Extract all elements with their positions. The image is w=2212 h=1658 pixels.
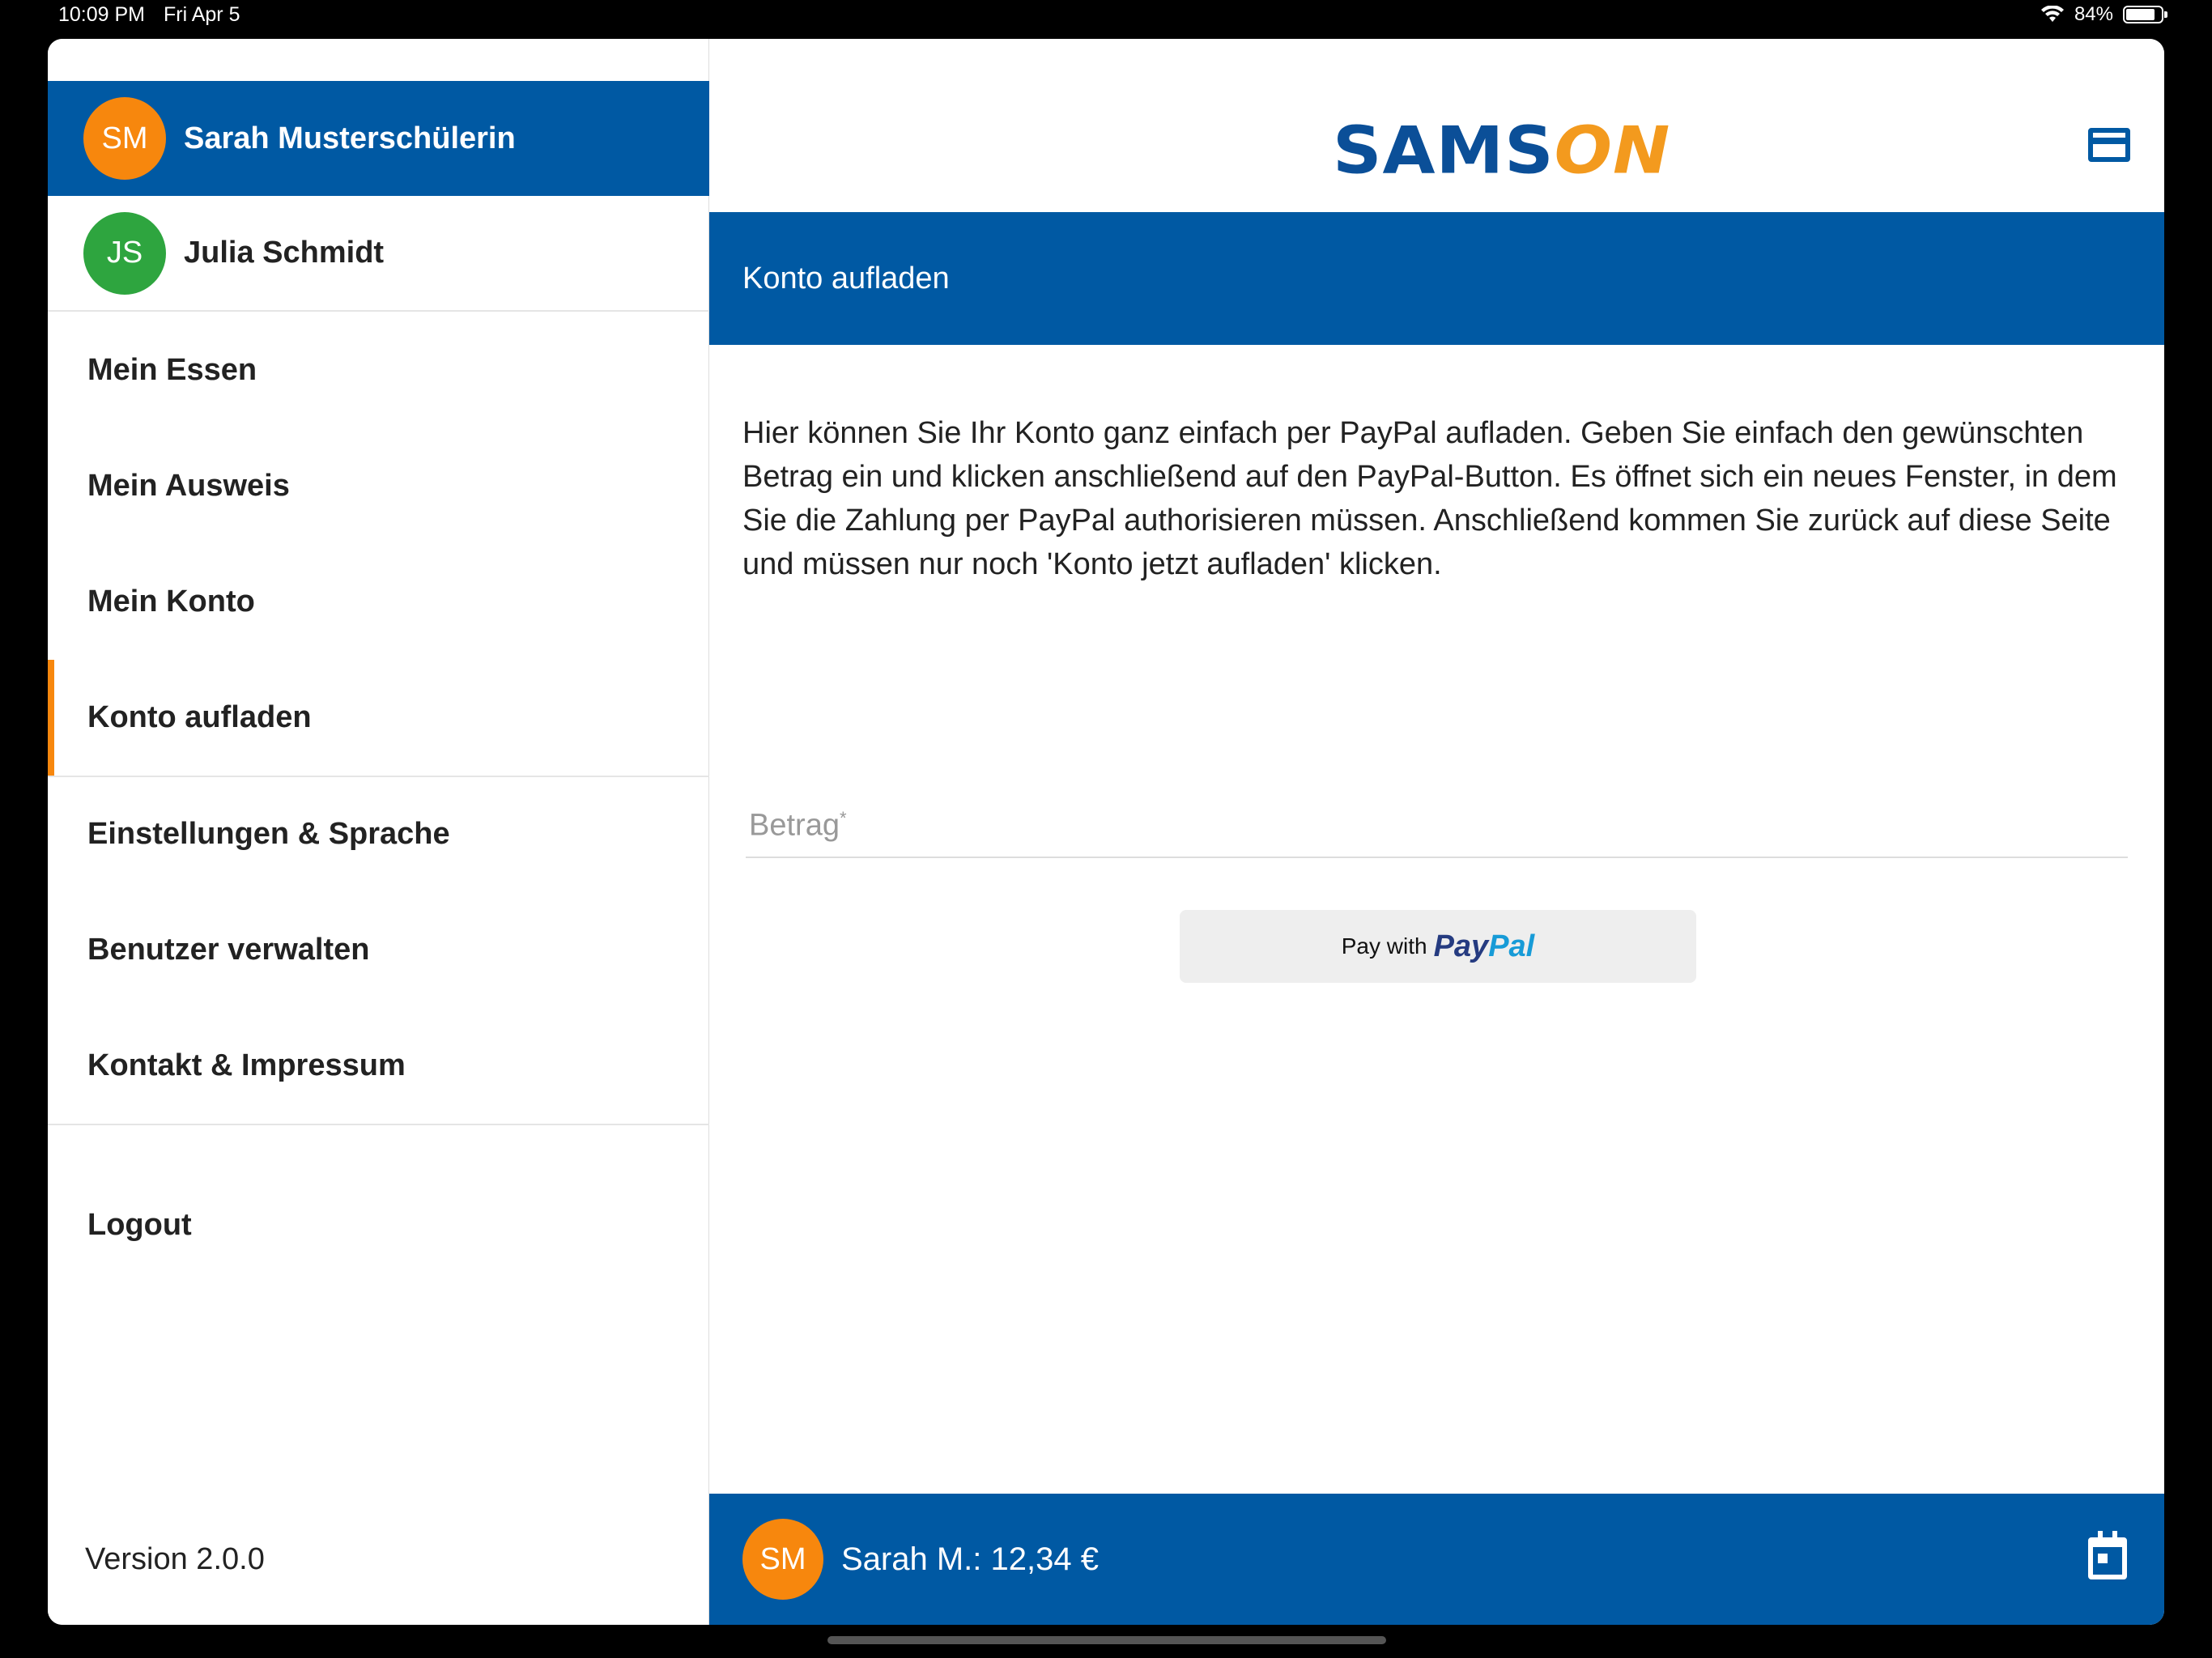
active-user-row[interactable]: SM Sarah Musterschülerin xyxy=(48,81,709,196)
menu-item-logout[interactable]: Logout xyxy=(48,1167,709,1283)
paypal-logo: PayPal xyxy=(1434,929,1535,964)
sidebar: SM Sarah Musterschülerin JS Julia Schmid… xyxy=(48,39,709,1625)
status-bar: 10:09 PM Fri Apr 5 84% xyxy=(0,0,2212,37)
settings-menu: Einstellungen & Sprache Benutzer verwalt… xyxy=(48,776,709,1125)
menu-item-konto-aufladen[interactable]: Konto aufladen xyxy=(48,660,709,776)
balance-text: Sarah M.: 12,34 € xyxy=(841,1541,1099,1577)
paypal-button[interactable]: Pay with PayPal xyxy=(1180,910,1696,983)
menu-item-mein-ausweis[interactable]: Mein Ausweis xyxy=(48,428,709,544)
home-indicator[interactable] xyxy=(827,1636,1386,1644)
active-user-name: Sarah Musterschülerin xyxy=(184,121,516,155)
app-header: SAMSON xyxy=(709,39,2164,212)
credit-card-icon[interactable] xyxy=(2088,128,2130,162)
page-title: Konto aufladen xyxy=(742,261,950,295)
status-date: Fri Apr 5 xyxy=(164,3,240,26)
page-description: Hier können Sie Ihr Konto ganz einfach p… xyxy=(742,416,2117,581)
wifi-icon xyxy=(2040,6,2064,22)
main-panel: SAMSON Konto aufladen Hier können Sie Ih… xyxy=(709,39,2164,1625)
menu-item-mein-konto[interactable]: Mein Konto xyxy=(48,544,709,660)
avatar: JS xyxy=(83,211,166,295)
other-user-name: Julia Schmidt xyxy=(184,236,385,270)
paypal-logo-pal: Pal xyxy=(1488,929,1535,963)
battery-icon xyxy=(2123,6,2167,23)
logo-part-1: SAMS xyxy=(1333,113,1555,189)
main-menu: Mein Essen Mein Ausweis Mein Konto Konto… xyxy=(48,312,709,777)
logout-menu: Logout xyxy=(48,1167,709,1283)
avatar[interactable]: SM xyxy=(742,1519,823,1600)
logo-part-2: ON xyxy=(1554,113,1671,189)
avatar: SM xyxy=(83,97,166,180)
menu-item-kontakt[interactable]: Kontakt & Impressum xyxy=(48,1008,709,1124)
status-right: 84% xyxy=(2040,3,2167,26)
page-title-bar: Konto aufladen xyxy=(709,212,2164,345)
samson-logo: SAMSON xyxy=(1333,118,1670,183)
menu-item-benutzer-verwalten[interactable]: Benutzer verwalten xyxy=(48,892,709,1008)
menu-item-einstellungen[interactable]: Einstellungen & Sprache xyxy=(48,776,709,892)
version-label: Version 2.0.0 xyxy=(85,1542,265,1576)
menu-item-mein-essen[interactable]: Mein Essen xyxy=(48,312,709,428)
battery-percent: 84% xyxy=(2074,3,2113,25)
paypal-logo-pay: Pay xyxy=(1433,929,1489,963)
app-window: SM Sarah Musterschülerin JS Julia Schmid… xyxy=(48,39,2164,1625)
amount-input[interactable] xyxy=(746,800,2128,857)
paypal-prefix: Pay with xyxy=(1341,933,1427,959)
calendar-icon[interactable] xyxy=(2088,1531,2127,1579)
status-time: 10:09 PM xyxy=(58,3,146,26)
balance-footer: SM Sarah M.: 12,34 € xyxy=(709,1494,2164,1625)
other-user-row[interactable]: JS Julia Schmidt xyxy=(48,196,709,312)
amount-field[interactable]: Betrag* xyxy=(746,800,2128,858)
